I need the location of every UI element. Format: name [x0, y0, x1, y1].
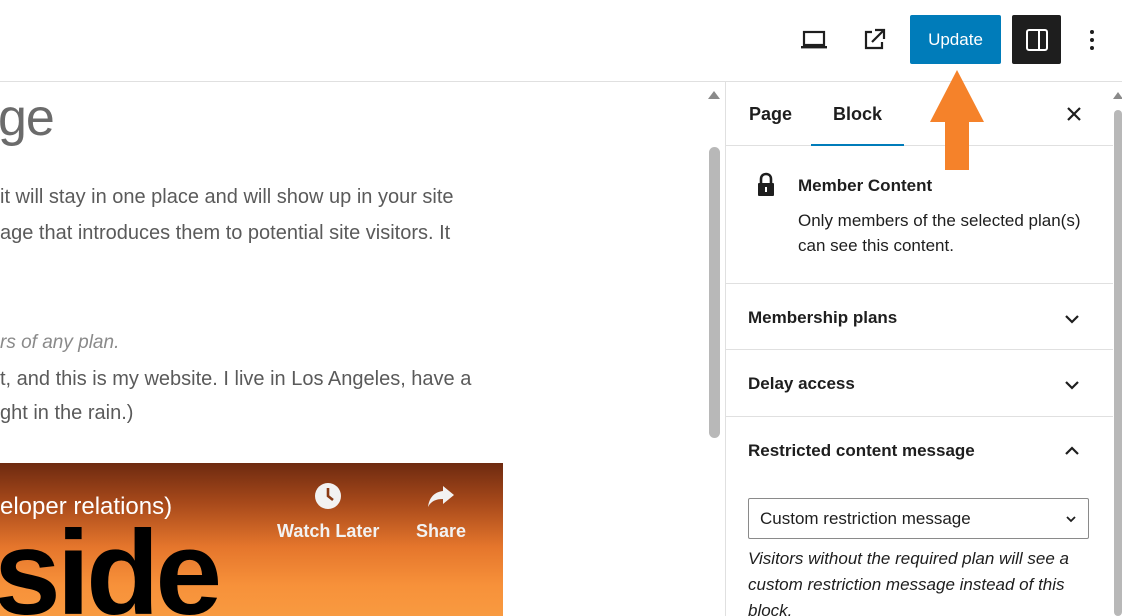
paragraph-line[interactable]: it will stay in one place and will show … [0, 179, 454, 215]
block-card: Member Content Only members of the selec… [726, 146, 1113, 284]
clock-icon [313, 481, 343, 511]
settings-sidebar: Page Block Member Content Only members o… [725, 82, 1113, 616]
sidebar-tabs: Page Block [726, 82, 1113, 146]
video-thumbnail-text: side [0, 506, 222, 616]
help-text: Visitors without the required plan will … [748, 549, 1069, 616]
select-value: Custom restriction message [760, 508, 971, 528]
tab-block[interactable]: Block [810, 82, 905, 146]
update-button[interactable]: Update [910, 15, 1001, 64]
external-link-icon[interactable] [856, 22, 892, 58]
settings-panel-icon [1025, 28, 1048, 51]
sidebar-scrollbar-thumb[interactable] [1114, 110, 1122, 616]
desktop-preview-icon[interactable] [796, 22, 832, 58]
sidebar-scroll-up-arrow[interactable] [1113, 92, 1122, 99]
chevron-down-icon [1066, 516, 1076, 523]
tab-page[interactable]: Page [749, 82, 792, 146]
lock-icon [754, 172, 778, 203]
panel-restricted-content-message[interactable]: Restricted content message [726, 417, 1113, 483]
watch-later-label: Watch Later [277, 521, 380, 541]
watch-later-button[interactable]: Watch Later [277, 481, 379, 542]
video-embed[interactable]: eloper relations) side Watch Later Share [0, 463, 503, 616]
chevron-up-icon [1065, 446, 1079, 455]
block-title: Member Content [798, 176, 933, 195]
canvas-scroll-up-arrow[interactable] [708, 91, 720, 99]
share-label: Share [416, 521, 467, 541]
chevron-down-icon [1065, 315, 1079, 324]
canvas-scrollbar-thumb[interactable] [709, 147, 720, 438]
panel-membership-plans[interactable]: Membership plans [726, 284, 1113, 350]
panel-title: Membership plans [748, 308, 898, 327]
more-options-icon[interactable] [1080, 22, 1104, 58]
close-icon[interactable] [1061, 101, 1087, 127]
editor-canvas[interactable]: ge it will stay in one place and will sh… [0, 82, 706, 616]
annotation-arrow-icon [930, 70, 984, 170]
panel-title: Restricted content message [748, 441, 975, 460]
page-title[interactable]: ge [0, 88, 55, 148]
paragraph-line[interactable]: age that introduces them to potential si… [0, 215, 450, 251]
restriction-message-select[interactable]: Custom restriction message [748, 498, 1089, 539]
italic-paragraph[interactable]: rs of any plan. [0, 325, 119, 361]
paragraph-line[interactable]: t, and this is my website. I live in Los… [0, 361, 471, 397]
panel-title: Delay access [748, 374, 855, 393]
share-button[interactable]: Share [416, 481, 466, 542]
block-description: Only members of the selected plan(s) can… [798, 211, 1081, 255]
paragraph-line[interactable]: ght in the rain.) [0, 395, 133, 431]
share-arrow-icon [426, 481, 456, 511]
panel-delay-access[interactable]: Delay access [726, 350, 1113, 417]
settings-panel-toggle[interactable] [1012, 15, 1061, 64]
chevron-down-icon [1065, 381, 1079, 390]
